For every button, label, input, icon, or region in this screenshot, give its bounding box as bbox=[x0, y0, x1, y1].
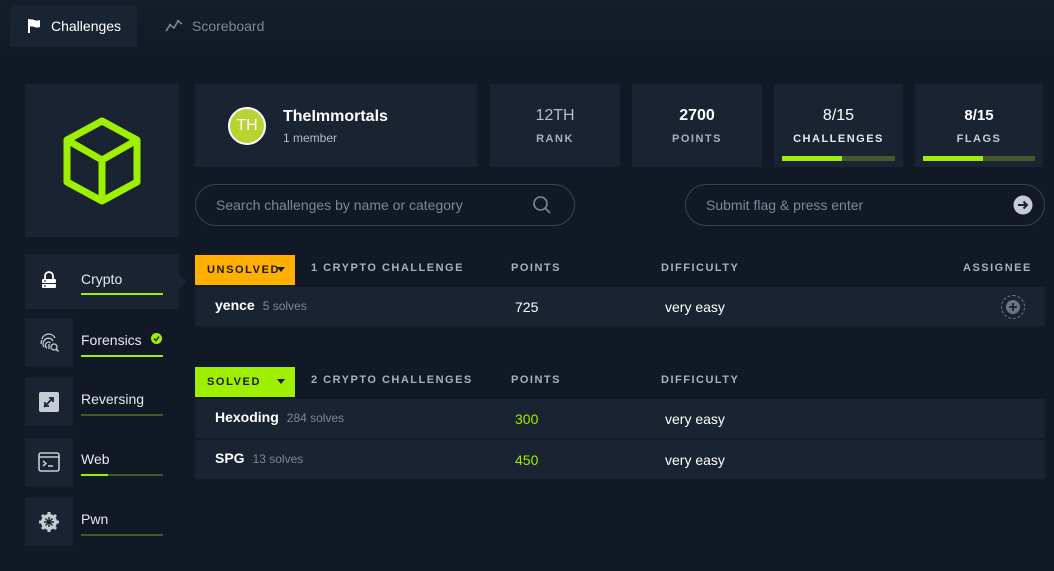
forensics-progress-bar bbox=[81, 355, 163, 357]
unsolved-count-header: 1 CRYPTO CHALLENGE bbox=[311, 262, 464, 274]
team-name[interactable]: TheImmortals bbox=[283, 108, 388, 126]
chart-line-icon bbox=[165, 19, 183, 32]
solve-count: 13 solves bbox=[252, 452, 304, 466]
assignee-column-header: ASSIGNEE bbox=[963, 262, 1032, 274]
table-row[interactable]: yence 5 solves 725 very easy bbox=[195, 287, 1045, 327]
solved-check-icon bbox=[151, 333, 162, 344]
stat-flags-label: FLAGS bbox=[956, 133, 1002, 145]
flag-submit-input[interactable] bbox=[686, 197, 1044, 213]
active-pointer-icon bbox=[179, 275, 187, 289]
challenge-search-input[interactable] bbox=[196, 197, 574, 213]
forensics-progress-fill bbox=[81, 355, 163, 357]
stat-points-label: POINTS bbox=[672, 133, 722, 145]
stat-challenges: 8/15 CHALLENGES bbox=[774, 84, 903, 167]
challenge-difficulty: very easy bbox=[665, 452, 725, 468]
gear-icon bbox=[39, 512, 59, 532]
arrow-right-circle-icon[interactable] bbox=[1013, 195, 1033, 215]
crypto-progress-fill bbox=[81, 293, 163, 295]
team-members: 1 member bbox=[283, 131, 338, 145]
reversing-icon bbox=[39, 392, 59, 412]
sidebar-item-crypto-label[interactable]: Crypto bbox=[81, 271, 122, 287]
challenge-points: 725 bbox=[515, 299, 539, 315]
solved-filter-badge[interactable]: SOLVED bbox=[195, 367, 295, 397]
challenge-name[interactable]: yence 5 solves bbox=[215, 297, 307, 313]
challenges-progress-fill bbox=[782, 156, 843, 161]
cube-icon bbox=[63, 117, 141, 204]
chevron-down-icon bbox=[277, 379, 285, 384]
web-progress-bar bbox=[81, 474, 163, 476]
flag-submit-box bbox=[685, 184, 1045, 226]
stat-flags-value: 8/15 bbox=[964, 107, 994, 124]
solve-count: 284 solves bbox=[286, 411, 345, 425]
sidebar-item-reversing-label[interactable]: Reversing bbox=[81, 391, 144, 407]
challenge-difficulty: very easy bbox=[665, 299, 725, 315]
difficulty-column-header[interactable]: DIFFICULTY bbox=[661, 374, 739, 386]
fingerprint-icon bbox=[40, 333, 60, 353]
tab-scoreboard-label: Scoreboard bbox=[192, 18, 265, 34]
chevron-down-icon bbox=[277, 267, 285, 272]
server-lock-icon bbox=[42, 271, 56, 288]
challenge-points: 450 bbox=[515, 452, 539, 468]
web-progress-fill bbox=[81, 474, 109, 476]
stat-rank: 12TH RANK bbox=[490, 84, 620, 167]
terminal-window-icon bbox=[38, 452, 60, 472]
stat-flags: 8/15 FLAGS bbox=[915, 84, 1043, 167]
assign-user-button[interactable] bbox=[1001, 295, 1025, 319]
unsolved-badge-label: UNSOLVED bbox=[207, 264, 281, 276]
stat-challenges-value: 8/15 bbox=[822, 107, 855, 124]
stat-challenges-label: CHALLENGES bbox=[793, 133, 884, 145]
difficulty-column-header[interactable]: DIFFICULTY bbox=[661, 262, 739, 274]
tab-scoreboard[interactable]: Scoreboard bbox=[165, 5, 264, 47]
pwn-progress-bar bbox=[81, 534, 163, 536]
tab-challenges[interactable]: Challenges bbox=[10, 5, 137, 47]
solved-badge-label: SOLVED bbox=[207, 376, 262, 388]
avatar[interactable]: TH bbox=[228, 107, 266, 145]
flags-progress-fill bbox=[923, 156, 983, 161]
points-column-header[interactable]: POINTS bbox=[511, 374, 561, 386]
crypto-progress-bar bbox=[81, 293, 163, 295]
challenge-points: 300 bbox=[515, 411, 539, 427]
top-tab-bar: Challenges Scoreboard bbox=[0, 0, 1054, 52]
challenge-difficulty: very easy bbox=[665, 411, 725, 427]
category-logo-panel bbox=[25, 84, 179, 237]
sidebar-item-web-label[interactable]: Web bbox=[81, 451, 110, 467]
solved-count-header: 2 CRYPTO CHALLENGES bbox=[311, 374, 473, 386]
challenge-name[interactable]: SPG 13 solves bbox=[215, 450, 303, 466]
sidebar-item-pwn-label[interactable]: Pwn bbox=[81, 511, 108, 527]
sidebar-item-forensics-label[interactable]: Forensics bbox=[81, 332, 142, 348]
unsolved-filter-badge[interactable]: UNSOLVED bbox=[195, 255, 295, 285]
flag-icon bbox=[28, 19, 40, 33]
stat-rank-label: RANK bbox=[536, 133, 574, 145]
challenges-progress-bar bbox=[782, 156, 895, 161]
sidebar-item-forensics[interactable] bbox=[25, 318, 73, 366]
challenge-name[interactable]: Hexoding 284 solves bbox=[215, 409, 344, 425]
search-icon[interactable] bbox=[532, 195, 552, 215]
sidebar-item-crypto[interactable] bbox=[25, 257, 73, 305]
table-row[interactable]: Hexoding 284 solves 300 very easy bbox=[195, 399, 1045, 439]
solve-count: 5 solves bbox=[262, 299, 307, 313]
flags-progress-bar bbox=[923, 156, 1035, 161]
reversing-progress-bar bbox=[81, 414, 163, 416]
tab-challenges-label: Challenges bbox=[51, 18, 122, 34]
sidebar-item-reversing[interactable] bbox=[25, 378, 73, 426]
challenge-search-box bbox=[195, 184, 575, 226]
sidebar-item-pwn[interactable] bbox=[25, 498, 73, 546]
points-column-header[interactable]: POINTS bbox=[511, 262, 561, 274]
stat-rank-value: 12TH bbox=[535, 107, 575, 124]
team-card: TH TheImmortals 1 member bbox=[195, 84, 477, 167]
stat-points-value: 2700 bbox=[679, 107, 715, 124]
sidebar-item-web[interactable] bbox=[25, 438, 73, 486]
stat-points: 2700 POINTS bbox=[632, 84, 762, 167]
table-row[interactable]: SPG 13 solves 450 very easy bbox=[195, 440, 1045, 480]
plus-circle-icon bbox=[1006, 300, 1020, 314]
